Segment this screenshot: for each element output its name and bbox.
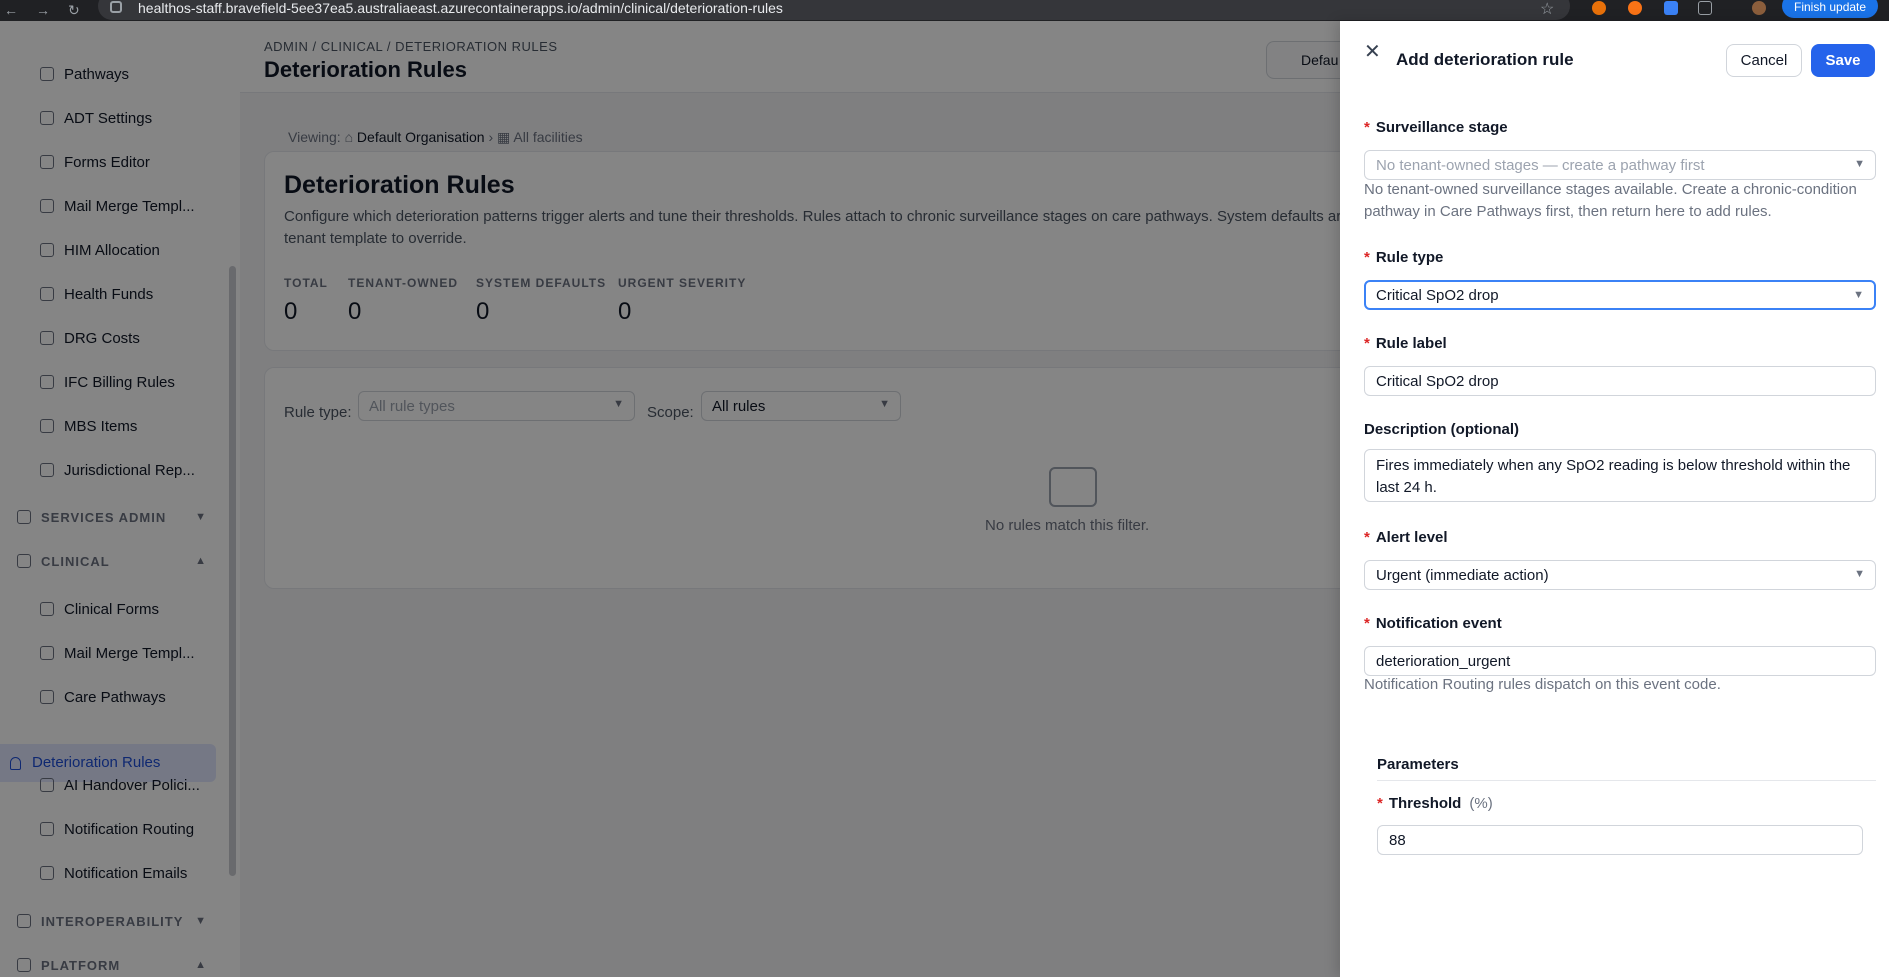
label-text: Surveillance stage: [1375, 119, 1508, 136]
extension-icon[interactable]: [1592, 1, 1606, 15]
chevron-down-icon: ▼: [1854, 568, 1865, 580]
select-placeholder: No tenant-owned stages — create a pathwa…: [1376, 157, 1705, 174]
back-icon[interactable]: ←: [4, 2, 18, 18]
finish-update-button[interactable]: Finish update: [1782, 0, 1879, 18]
rule-label-input[interactable]: Critical SpO2 drop: [1364, 366, 1876, 396]
forward-icon[interactable]: →: [36, 2, 50, 18]
reload-icon[interactable]: ↻: [68, 2, 80, 19]
browser-bar: ← → ↻ healthos-staff.bravefield-5ee37ea5…: [0, 0, 1889, 21]
surveillance-stage-label: * Surveillance stage: [1364, 119, 1508, 136]
url-text[interactable]: healthos-staff.bravefield-5ee37ea5.austr…: [138, 0, 783, 16]
cancel-button[interactable]: Cancel: [1726, 44, 1802, 77]
description-label: Description (optional): [1364, 421, 1519, 438]
drawer-title: Add deterioration rule: [1396, 50, 1574, 69]
extension-icon[interactable]: [1664, 1, 1678, 15]
select-value: Urgent (immediate action): [1376, 567, 1549, 584]
rule-label-label: * Rule label: [1364, 335, 1447, 352]
add-rule-drawer: ✕ Add deterioration rule Cancel Save * Su…: [1340, 21, 1889, 977]
alert-level-select[interactable]: Urgent (immediate action) ▼: [1364, 560, 1876, 590]
notification-event-help: Notification Routing rules dispatch on t…: [1364, 676, 1721, 693]
chevron-down-icon: ▼: [1853, 289, 1864, 301]
label-text: Notification event: [1375, 615, 1502, 632]
alert-level-label: * Alert level: [1364, 529, 1448, 546]
divider: [1377, 780, 1876, 781]
rule-type-label: * Rule type: [1364, 249, 1444, 266]
modal-backdrop[interactable]: [0, 21, 1340, 977]
label-text: Alert level: [1375, 529, 1448, 546]
input-value: Critical SpO2 drop: [1376, 373, 1499, 390]
site-info-icon[interactable]: [110, 1, 122, 13]
textarea-value: Fires immediately when any SpO2 reading …: [1376, 457, 1851, 496]
surveillance-stage-help: No tenant-owned surveillance stages avai…: [1364, 181, 1857, 220]
extensions-puzzle-icon[interactable]: [1698, 1, 1712, 15]
description-textarea[interactable]: Fires immediately when any SpO2 reading …: [1364, 449, 1876, 502]
threshold-unit: (%): [1469, 795, 1493, 812]
bookmark-star-icon[interactable]: ☆: [1540, 0, 1554, 19]
chevron-down-icon: ▼: [1854, 158, 1865, 170]
notification-event-input[interactable]: deterioration_urgent: [1364, 646, 1876, 676]
label-text: Threshold: [1388, 795, 1462, 812]
select-value: Critical SpO2 drop: [1376, 287, 1499, 304]
save-button[interactable]: Save: [1811, 44, 1875, 77]
threshold-label: * Threshold (%): [1377, 795, 1493, 812]
input-value: deterioration_urgent: [1376, 653, 1511, 670]
label-text: Rule type: [1375, 249, 1444, 266]
parameters-heading: Parameters: [1377, 756, 1459, 773]
label-text: Description (optional): [1364, 421, 1519, 438]
input-value: 88: [1389, 832, 1406, 849]
notification-event-label: * Notification event: [1364, 615, 1502, 632]
extension-icon[interactable]: [1628, 1, 1642, 15]
surveillance-stage-select[interactable]: No tenant-owned stages — create a pathwa…: [1364, 150, 1876, 180]
threshold-input[interactable]: 88: [1377, 825, 1863, 855]
label-text: Rule label: [1375, 335, 1447, 352]
profile-avatar[interactable]: [1752, 1, 1766, 15]
close-icon[interactable]: ✕: [1364, 39, 1381, 64]
rule-type-select[interactable]: Critical SpO2 drop ▼: [1364, 280, 1876, 310]
